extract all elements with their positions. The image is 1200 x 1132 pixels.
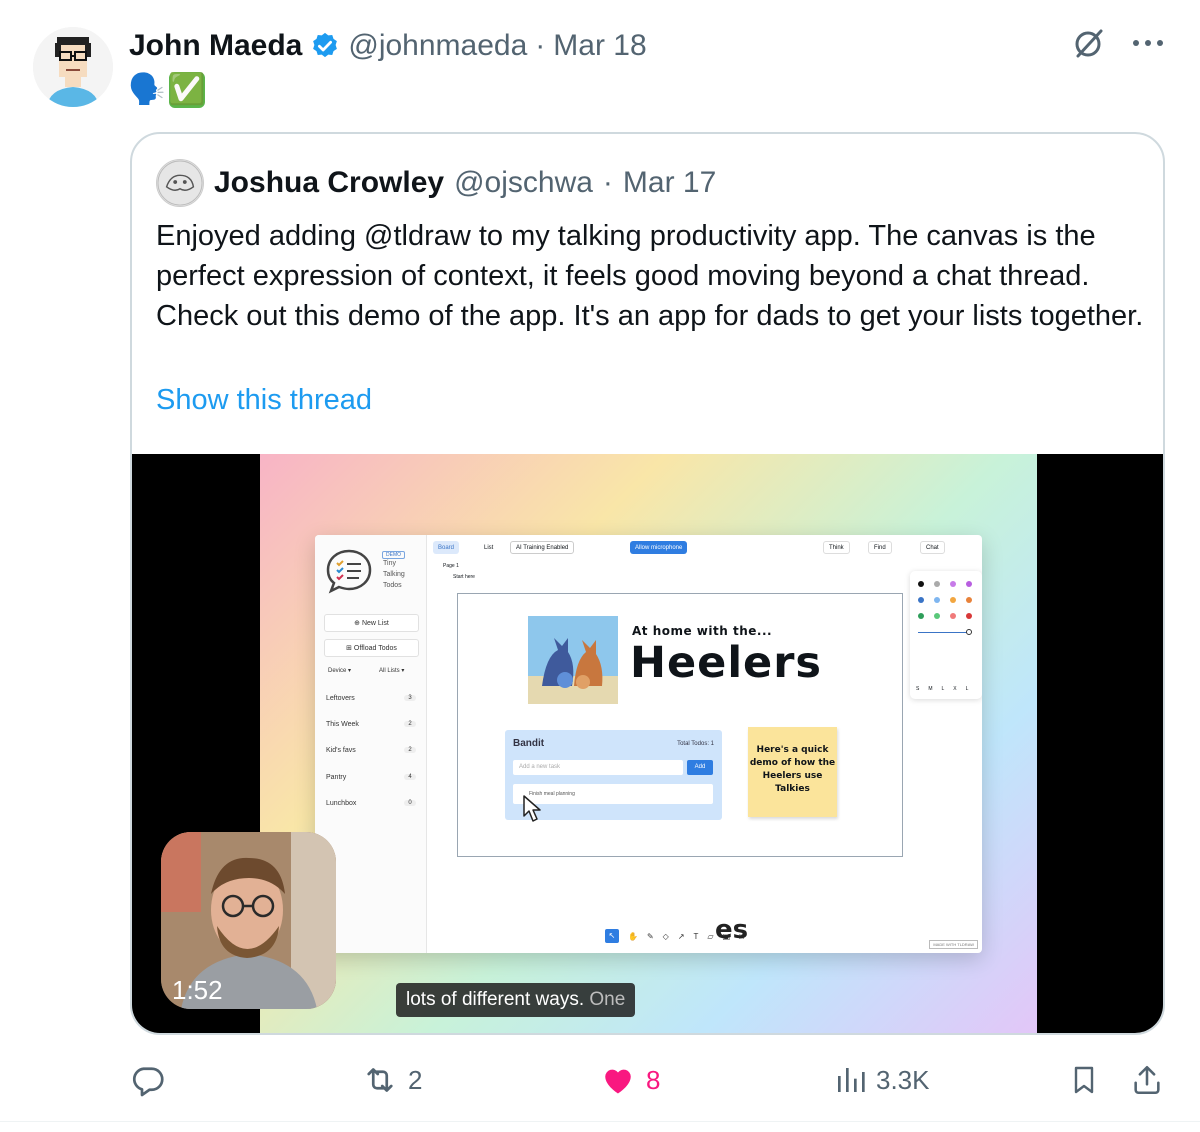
quoted-separator: ·: [602, 166, 613, 199]
list-item: This Week 2: [322, 716, 420, 732]
retweet-count: 2: [408, 1064, 423, 1095]
quoted-author-name[interactable]: Joshua Crowley: [214, 166, 444, 200]
canvas-frame: At home with the... Heelers Bandit Total…: [457, 593, 903, 857]
hand-tool-icon: ✋: [628, 931, 638, 941]
text-tool-icon: T: [693, 931, 699, 941]
retweet-button[interactable]: 2: [362, 1058, 422, 1102]
grok-icon[interactable]: [1072, 26, 1106, 60]
brand-line-1: Tiny: [383, 560, 396, 567]
ai-training-chip: AI Training Enabled: [510, 541, 575, 554]
meta-separator: ·: [535, 29, 546, 62]
reply-icon: [132, 1067, 164, 1097]
style-panel: SMLXL: [910, 571, 982, 699]
offload-todos-button: ⊞ Offload Todos: [324, 639, 419, 657]
list-item: Leftovers 3: [322, 690, 420, 706]
bookmark-button[interactable]: [1068, 1058, 1100, 1102]
todos-logo-icon: [326, 549, 372, 594]
tweet-top-icons: [1072, 26, 1164, 60]
heelers-family-image: [528, 616, 618, 704]
list-item: Kid's favs 2: [322, 742, 420, 758]
author-handle[interactable]: @johnmaeda: [348, 29, 527, 63]
quoted-header: Joshua Crowley @ojschwa · Mar 17: [156, 159, 716, 207]
card-title: Bandit: [513, 738, 545, 749]
quoted-text: Enjoyed adding @tldraw to my talking pro…: [156, 220, 1144, 332]
subtitle-text: lots of different ways.: [406, 989, 585, 1010]
note-tool-icon: ▱: [707, 931, 714, 941]
list-item: Pantry 4: [322, 769, 420, 785]
views-count: 3.3K: [876, 1064, 930, 1095]
views-button[interactable]: 3.3K: [834, 1058, 930, 1102]
heelers-subheading: At home with the...: [632, 624, 773, 638]
bookmark-icon: [1074, 1066, 1094, 1094]
tweet-actions: 2 8 3.3K: [130, 1058, 1170, 1102]
mouse-cursor-icon: [523, 795, 541, 822]
quoted-tweet[interactable]: Joshua Crowley @ojschwa · Mar 17 Enjoyed…: [130, 132, 1165, 1035]
allow-mic-button: Allow microphone: [630, 541, 688, 554]
pencil-tool-icon: ✎: [646, 931, 654, 941]
made-with-badge: MADE WITH TLDRAW: [929, 940, 978, 949]
video-subtitle: lots of different ways. One: [396, 983, 636, 1017]
check-mark-emoji: ✅: [168, 72, 206, 108]
reply-button[interactable]: [130, 1058, 166, 1102]
like-button[interactable]: 8: [600, 1058, 660, 1102]
chat-button: Chat: [920, 541, 945, 554]
app-toolbar: Board List AI Training Enabled Allow mic…: [433, 541, 978, 580]
subtitle-next-word: One: [589, 989, 626, 1010]
tweet-text: 🗣️ ✅: [128, 72, 206, 108]
verified-badge-icon: [313, 32, 338, 58]
retweet-icon: [367, 1068, 393, 1092]
author-name[interactable]: John Maeda: [129, 29, 302, 63]
new-task-input: Add a new task: [513, 760, 683, 775]
more-options-icon[interactable]: [1132, 38, 1164, 48]
lists-select: All Lists ▾: [379, 668, 405, 674]
select-tool-icon: ↖: [605, 929, 619, 943]
quoted-author-handle[interactable]: @ojschwa: [454, 166, 593, 200]
show-thread-link[interactable]: Show this thread: [156, 384, 372, 417]
tab-list: List: [484, 544, 494, 551]
quoted-date[interactable]: Mar 17: [623, 166, 716, 200]
new-list-button: ⊕ New List: [324, 614, 419, 632]
tweet: John Maeda @johnmaeda · Mar 18 🗣️ ✅ Josh…: [0, 0, 1200, 1122]
app-window-screenshot: DEMO Tiny Talking Todos ⊕ New List ⊞ Off…: [315, 535, 982, 953]
partial-canvas-text: es: [715, 915, 749, 945]
heart-filled-icon: [605, 1069, 631, 1094]
demo-badge: DEMO: [382, 551, 405, 559]
quoted-author-avatar[interactable]: [156, 159, 204, 207]
share-button[interactable]: [1130, 1058, 1164, 1102]
brand-line-3: Todos: [383, 582, 402, 589]
card-add-button: Add: [687, 760, 713, 775]
find-button: Find: [868, 541, 892, 554]
tweet-date[interactable]: Mar 18: [553, 29, 646, 63]
speaking-head-emoji: 🗣️: [128, 73, 166, 106]
sticky-note: Here's a quick demo of how the Heelers u…: [748, 727, 837, 817]
video-frame: DEMO Tiny Talking Todos ⊕ New List ⊞ Off…: [260, 454, 1037, 1033]
start-here-label: Start here: [453, 574, 475, 580]
pixel-portrait-icon: [33, 27, 113, 107]
brand-line-2: Talking: [383, 571, 405, 578]
list-item: Lunchbox 0: [322, 795, 420, 811]
share-icon: [1134, 1065, 1160, 1095]
tab-board: Board: [433, 541, 460, 554]
heelers-heading: Heelers: [630, 638, 823, 688]
analytics-icon: [838, 1068, 865, 1092]
video-player[interactable]: DEMO Tiny Talking Todos ⊕ New List ⊞ Off…: [132, 454, 1163, 1033]
page-select: Page 1: [443, 563, 459, 569]
size-options: SMLXL: [916, 686, 978, 692]
eraser-tool-icon: ◇: [662, 931, 669, 941]
arrow-tool-icon: ↗: [677, 931, 685, 941]
card-total: Total Todos: 1: [677, 741, 714, 747]
like-count: 8: [646, 1064, 661, 1095]
device-select: Device ▾: [328, 668, 352, 674]
think-button: Think: [823, 541, 850, 554]
author-header: John Maeda @johnmaeda · Mar 18: [129, 26, 647, 66]
author-avatar[interactable]: [33, 27, 113, 107]
video-duration: 1:52: [172, 975, 223, 1005]
